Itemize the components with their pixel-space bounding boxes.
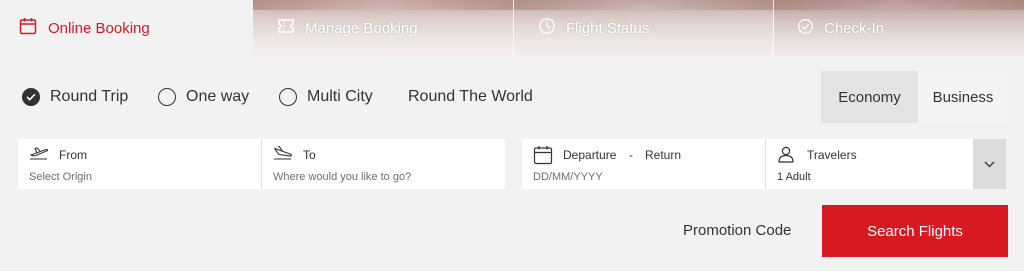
radio-checked-icon bbox=[22, 88, 40, 106]
cabin-business-button[interactable]: Business bbox=[918, 71, 1008, 123]
trip-option-round-the-world[interactable]: Round The World bbox=[408, 86, 533, 108]
chevron-down-icon bbox=[984, 155, 995, 173]
cabin-class-selector: Economy Business bbox=[821, 71, 1008, 123]
tab-label: Flight Status bbox=[566, 19, 650, 37]
booking-tabs: Online Booking Manage Booking Flight Sta… bbox=[0, 0, 1024, 56]
tab-label: Online Booking bbox=[48, 19, 150, 37]
ticket-icon bbox=[277, 17, 295, 39]
from-label: From bbox=[59, 148, 87, 162]
to-placeholder: Where would you like to go? bbox=[273, 171, 412, 183]
tab-flight-status[interactable]: Flight Status bbox=[513, 0, 773, 56]
trip-option-round-trip[interactable]: Round Trip bbox=[22, 86, 128, 108]
date-placeholder: DD/MM/YYYY bbox=[533, 171, 603, 183]
calendar-icon bbox=[533, 145, 553, 170]
travelers-label: Travelers bbox=[807, 148, 857, 162]
from-field[interactable]: From Select Origin bbox=[18, 139, 261, 189]
date-separator: - bbox=[629, 148, 633, 162]
radio-icon bbox=[279, 88, 297, 106]
tab-online-booking[interactable]: Online Booking bbox=[0, 0, 253, 56]
travelers-dropdown-button[interactable] bbox=[973, 139, 1006, 189]
from-placeholder: Select Origin bbox=[29, 171, 92, 183]
user-icon bbox=[777, 145, 795, 168]
tab-check-in[interactable]: Check-In bbox=[773, 0, 1024, 56]
trip-option-multi-city[interactable]: Multi City bbox=[279, 86, 373, 108]
promotion-code-link[interactable]: Promotion Code bbox=[683, 222, 791, 239]
search-flights-button[interactable]: Search Flights bbox=[822, 205, 1008, 257]
tab-divider bbox=[773, 0, 774, 56]
tab-label: Check-In bbox=[824, 19, 885, 37]
travelers-field[interactable]: Travelers 1 Adult bbox=[766, 139, 973, 189]
return-label: Return bbox=[645, 148, 682, 162]
cabin-economy-button[interactable]: Economy bbox=[821, 71, 918, 123]
tab-divider bbox=[513, 0, 514, 56]
clock-icon bbox=[538, 17, 556, 39]
plane-landing-icon bbox=[273, 145, 293, 166]
tab-manage-booking[interactable]: Manage Booking bbox=[253, 0, 513, 56]
trip-option-one-way[interactable]: One way bbox=[158, 86, 249, 108]
trip-option-label: Round The World bbox=[408, 88, 533, 105]
departure-label: Departure bbox=[563, 148, 617, 162]
to-field[interactable]: To Where would you like to go? bbox=[262, 139, 505, 189]
tab-label: Manage Booking bbox=[305, 19, 418, 37]
to-label: To bbox=[303, 148, 316, 162]
trip-option-label: Round Trip bbox=[50, 88, 129, 105]
radio-icon bbox=[158, 88, 176, 106]
dates-field[interactable]: Departure - Return DD/MM/YYYY bbox=[522, 139, 765, 189]
calendar-icon bbox=[19, 17, 37, 39]
plane-takeoff-icon bbox=[29, 145, 49, 166]
check-circle-icon bbox=[797, 18, 814, 39]
travelers-value: 1 Adult bbox=[777, 171, 811, 183]
trip-option-label: One way bbox=[186, 88, 250, 105]
trip-option-label: Multi City bbox=[307, 88, 373, 105]
